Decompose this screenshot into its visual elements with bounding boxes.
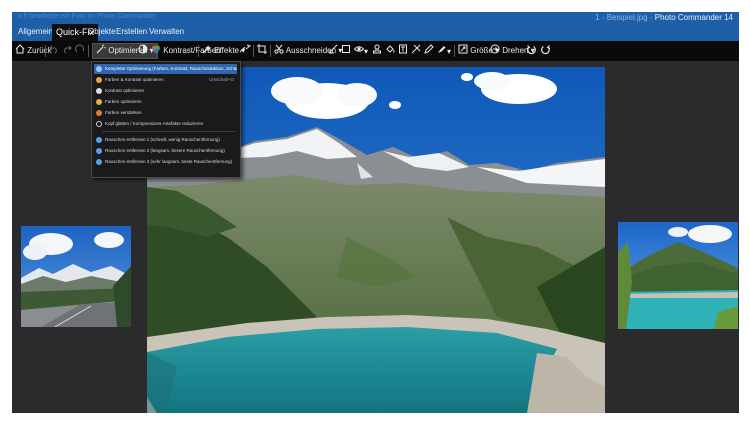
magic-wand-icon <box>96 66 102 72</box>
redo-icon <box>64 45 72 54</box>
rotate-left-button[interactable] <box>526 44 537 58</box>
color-icon <box>151 45 161 54</box>
toolbar-separator <box>454 45 455 57</box>
redeye-button[interactable]: ▾ <box>353 44 369 58</box>
color-icon <box>96 99 102 105</box>
app-window: Ich bearbeite ein Foto im Photo Commande… <box>12 12 739 413</box>
menu-item-complete-optimization[interactable]: Komplette Optimierung (Farben, Kontrast,… <box>94 64 237 74</box>
rotate-label: Drehen <box>502 46 529 55</box>
tools-button[interactable] <box>411 44 421 58</box>
road-landscape-image <box>21 226 131 327</box>
tools-icon <box>411 44 421 54</box>
toolbar-separator <box>198 45 199 57</box>
resize-icon <box>458 44 468 54</box>
stamp-icon <box>373 44 381 54</box>
noise-icon <box>96 159 102 165</box>
highlight-icon <box>438 46 446 53</box>
rotate-right-icon <box>541 45 551 55</box>
menu-bar: Allgemein Quick-Fix Objekte Erstellen Ve… <box>12 24 739 41</box>
brush-icon <box>239 44 252 53</box>
rotate-icon <box>490 44 500 54</box>
history-icon <box>75 44 85 53</box>
menu-separator <box>102 131 236 132</box>
color-icon <box>96 110 102 116</box>
home-icon <box>15 44 25 54</box>
menu-item-smooth-artifacts[interactable]: Kopf glätten / Kompressions-Artefakte re… <box>94 119 237 129</box>
noise-icon <box>96 137 102 143</box>
smooth-icon <box>96 121 102 127</box>
toolbar-separator <box>45 45 46 57</box>
contrast-icon <box>96 88 102 94</box>
magic-wand-icon <box>96 44 106 54</box>
noise-icon <box>96 148 102 154</box>
straighten-icon <box>328 44 338 54</box>
frame-icon <box>342 45 350 53</box>
toolbar-separator <box>253 45 254 57</box>
menu-item-denoise-3[interactable]: Rauschen entfernen 3 (sehr langsam, best… <box>94 157 237 167</box>
brightness-button[interactable] <box>138 44 148 58</box>
window-title: 1 - Beispiel.jpg - Photo Commander 14 <box>595 13 733 22</box>
menu-verwalten[interactable]: Verwalten <box>149 27 184 36</box>
window-title-left: Ich bearbeite ein Foto im Photo Commande… <box>18 13 156 20</box>
effects-icon <box>202 45 211 54</box>
clone-button[interactable] <box>372 44 382 58</box>
chevron-down-icon: ▾ <box>447 47 452 56</box>
straighten-button[interactable] <box>328 44 338 58</box>
rotate-left-icon <box>526 45 536 55</box>
window-title-prefix: 1 - Beispiel.jpg - <box>595 13 653 22</box>
pen-button[interactable] <box>424 44 434 58</box>
optimize-dropdown-menu: Komplette Optimierung (Farben, Kontrast,… <box>91 61 241 178</box>
menu-item-enhance-colors[interactable]: Farben verstärken <box>94 108 237 118</box>
undo-icon <box>49 45 57 54</box>
crop-button[interactable] <box>257 44 267 58</box>
frame-button[interactable] <box>341 44 351 58</box>
menu-item-colors[interactable]: Farben optimieren <box>94 97 237 107</box>
scissors-icon <box>274 44 284 54</box>
title-bar: Ich bearbeite ein Foto im Photo Commande… <box>12 12 739 24</box>
menu-objekte[interactable]: Objekte <box>88 27 116 36</box>
bucket-icon <box>386 45 395 53</box>
text-button[interactable] <box>398 44 408 58</box>
pen-icon <box>424 44 434 54</box>
back-button[interactable]: Zurück <box>15 44 52 58</box>
highlight-button[interactable]: ▾ <box>437 44 451 58</box>
eye-icon <box>353 46 365 52</box>
previous-image-thumbnail[interactable] <box>21 226 131 327</box>
redo-button[interactable] <box>62 44 72 58</box>
next-image-thumbnail[interactable] <box>618 222 738 329</box>
text-icon <box>399 44 407 54</box>
toolbar-separator <box>88 45 89 57</box>
contrast-icon <box>138 44 148 54</box>
menu-item-contrast[interactable]: Kontrast optimieren <box>94 86 237 96</box>
fill-button[interactable] <box>385 44 395 58</box>
menu-item-colors-contrast[interactable]: Farben & Kontrast optimieren Umschalt+O <box>94 75 237 85</box>
effects-label: Effekte <box>214 46 239 55</box>
rotate-right-button[interactable] <box>540 44 551 58</box>
history-button[interactable] <box>75 44 85 58</box>
retouch-button[interactable] <box>239 44 252 58</box>
menu-allgemein[interactable]: Allgemein <box>18 27 53 36</box>
toolbar-separator <box>270 45 271 57</box>
menu-item-denoise-1[interactable]: Rauschen entfernen 1 (schnell, wenig Rau… <box>94 135 237 145</box>
crop-icon <box>257 44 267 54</box>
chevron-down-icon: ▾ <box>364 47 369 56</box>
menu-erstellen[interactable]: Erstellen <box>116 27 147 36</box>
color-icon <box>96 77 102 83</box>
menu-item-denoise-2[interactable]: Rauschen entfernen 2 (langsam, besere Ra… <box>94 146 237 156</box>
app-name: Photo Commander 14 <box>654 13 733 22</box>
toolbar: Zurück Optimieren ▾ Kontrast/Farben Effe… <box>12 41 739 61</box>
undo-button[interactable] <box>49 44 59 58</box>
lake-landscape-image <box>618 222 738 329</box>
